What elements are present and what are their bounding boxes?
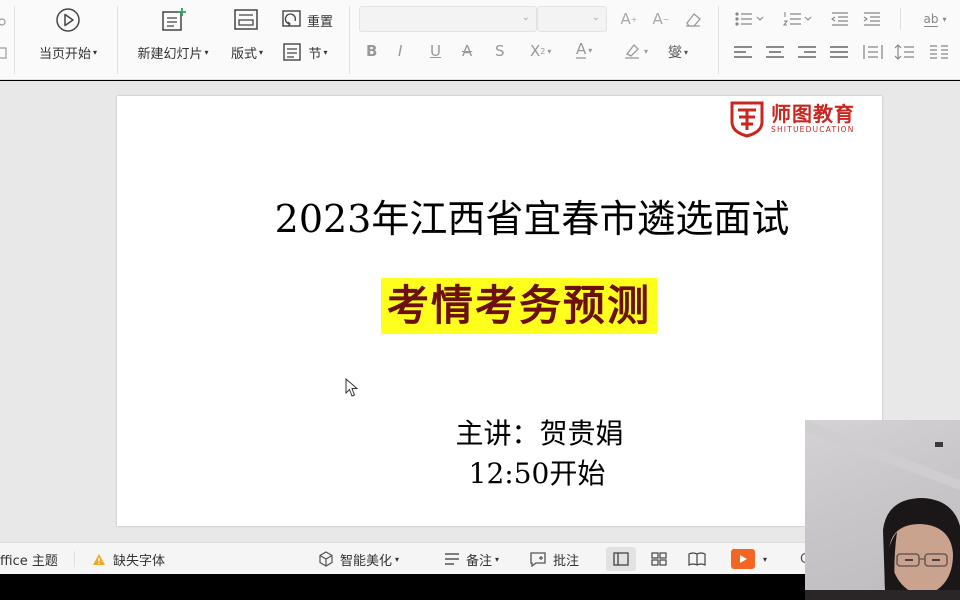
logo-mark-icon <box>729 100 765 138</box>
theme-status[interactable]: ffice 主题 <box>0 543 58 575</box>
missing-font-label: 缺失字体 <box>113 553 166 569</box>
comments-button[interactable]: 批注 <box>529 543 579 575</box>
superscript-icon[interactable]: X 2 ▾ <box>530 42 551 60</box>
theme-label: ffice 主题 <box>0 553 58 569</box>
new-slide-icon[interactable] <box>160 6 188 34</box>
presenter-text: 主讲：贺贵娟 <box>455 417 624 450</box>
separator <box>900 8 901 30</box>
section-icon[interactable] <box>281 42 303 62</box>
slide-sorter-button[interactable] <box>648 543 670 575</box>
bold-icon[interactable]: B <box>366 42 377 60</box>
book-icon <box>688 552 706 566</box>
align-right-icon[interactable] <box>798 46 816 60</box>
decrease-font-icon[interactable]: A − <box>650 9 672 29</box>
reading-view-button[interactable] <box>686 543 708 575</box>
highlight-icon[interactable]: ▾ <box>622 42 648 60</box>
separator <box>349 6 350 74</box>
play-from-current-label: 当页开始 <box>38 46 91 62</box>
section-label: 节 <box>308 46 322 62</box>
layout-button[interactable]: 版式 ▾ <box>224 42 270 62</box>
play-circle-icon[interactable] <box>55 7 81 33</box>
mouse-pointer-icon <box>345 377 359 402</box>
new-slide-button[interactable]: 新建幻灯片 ▾ <box>130 42 216 62</box>
smart-beautify-label: 智能美化 <box>340 553 393 569</box>
chevron-down-icon: ▾ <box>395 554 400 564</box>
separator <box>117 6 118 74</box>
font-family-select[interactable]: ⌄ <box>359 6 537 32</box>
smart-beautify-button[interactable]: 智能美化 ▾ <box>318 543 399 575</box>
normal-view-button[interactable] <box>606 547 636 571</box>
strikethrough-icon[interactable]: A <box>462 42 472 60</box>
separator <box>718 6 719 74</box>
start-time-text: 12:50开始 <box>468 457 606 490</box>
distribute-icon[interactable] <box>862 43 884 61</box>
underline-icon[interactable]: U <box>430 42 441 60</box>
cube-icon <box>319 551 333 567</box>
normal-view-icon <box>613 552 629 566</box>
presenter-webcam <box>805 420 960 600</box>
comments-label: 批注 <box>553 553 580 569</box>
phonetic-guide-icon[interactable]: 燮 ▾ <box>668 42 688 62</box>
align-left-icon[interactable] <box>734 46 752 60</box>
missing-font-status[interactable]: 缺失字体 <box>92 543 165 575</box>
logo-english-text: SHITUEDUCATION <box>771 125 855 134</box>
chevron-down-icon: ▾ <box>204 47 209 57</box>
reset-icon[interactable] <box>281 9 303 29</box>
layout-label: 版式 <box>230 46 257 62</box>
slide-subtitle: 考情考务预测 <box>387 281 652 330</box>
separator <box>14 6 15 74</box>
slide-title: 2023年江西省宜春市遴选面试 <box>274 197 790 241</box>
justify-icon[interactable] <box>830 46 848 60</box>
decrease-indent-icon[interactable] <box>830 11 850 27</box>
font-size-select[interactable]: ⌄ <box>537 6 607 32</box>
subtitle-highlight: 考情考务预测 <box>381 278 658 334</box>
align-center-icon[interactable] <box>766 46 784 60</box>
brand-logo: 师图教育 SHITUEDUCATION <box>729 100 855 138</box>
notes-label: 备注 <box>466 553 493 569</box>
notes-icon <box>445 553 459 565</box>
separator <box>74 551 75 567</box>
shadow-icon[interactable]: S <box>495 42 505 60</box>
notes-button[interactable]: 备注 ▾ <box>444 543 499 575</box>
bullet-list-icon[interactable] <box>734 11 766 27</box>
numbered-list-icon[interactable] <box>782 11 814 27</box>
clear-format-icon[interactable] <box>682 9 704 29</box>
play-icon <box>731 549 755 569</box>
chevron-down-icon: ▾ <box>495 554 500 564</box>
chevron-down-icon: ▾ <box>93 47 98 57</box>
ribbon-toolbar: 当页开始 ▾ 新建幻灯片 ▾ 版式 ▾ 重置 节 ▾ ⌄ ⌄ A + A − B I U <box>0 0 960 80</box>
line-spacing-icon[interactable] <box>894 43 916 61</box>
reset-label: 重置 <box>306 14 333 30</box>
italic-icon[interactable]: I <box>398 42 402 60</box>
increase-font-icon[interactable]: A + <box>618 9 640 29</box>
chevron-down-icon: ⌄ <box>521 12 530 23</box>
text-direction-icon[interactable]: ab ▾ <box>915 9 955 29</box>
warning-icon <box>93 553 105 565</box>
reset-button[interactable]: 重置 <box>303 10 337 30</box>
chevron-down-icon: ⌄ <box>591 12 600 23</box>
new-slide-label: 新建幻灯片 <box>137 46 203 62</box>
slideshow-button[interactable]: ▾ <box>731 543 767 575</box>
chevron-down-icon: ▾ <box>259 47 264 57</box>
section-button[interactable]: 节 ▾ <box>302 42 334 62</box>
play-from-current-button[interactable]: 当页开始 ▾ <box>30 42 106 62</box>
chevron-down-icon: ▾ <box>763 554 768 564</box>
font-color-icon[interactable]: A ▾ <box>576 42 592 59</box>
partial-left-icons <box>0 8 10 68</box>
chevron-down-icon: ▾ <box>323 47 328 57</box>
comment-icon <box>530 552 546 567</box>
layout-icon[interactable] <box>233 8 259 32</box>
slide[interactable]: 师图教育 SHITUEDUCATION 2023年江西省宜春市遴选面试 考情考务… <box>117 96 882 526</box>
logo-chinese-text: 师图教育 <box>771 102 855 126</box>
grid-icon <box>651 552 667 566</box>
columns-icon[interactable] <box>928 43 950 61</box>
increase-indent-icon[interactable] <box>862 11 882 27</box>
